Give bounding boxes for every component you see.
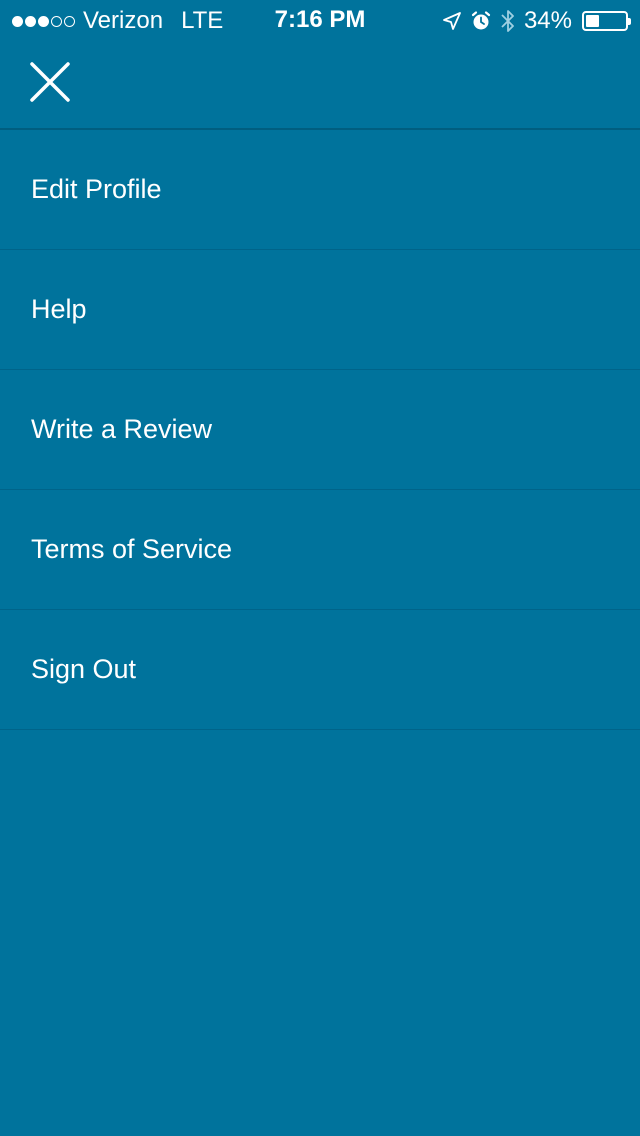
settings-menu: Edit Profile Help Write a Review Terms o…: [0, 130, 640, 730]
menu-item-terms-of-service[interactable]: Terms of Service: [0, 490, 640, 610]
close-icon: [30, 62, 70, 102]
battery-fill: [586, 15, 599, 27]
menu-item-label: Write a Review: [31, 414, 213, 444]
battery-icon: [582, 11, 631, 31]
menu-item-label: Sign Out: [31, 654, 137, 684]
close-button[interactable]: [28, 60, 72, 104]
menu-header: [0, 40, 640, 130]
bluetooth-icon: [501, 10, 514, 32]
menu-item-edit-profile[interactable]: Edit Profile: [0, 130, 640, 250]
status-bar: Verizon LTE 7:16 PM 34%: [0, 0, 640, 40]
menu-item-write-review[interactable]: Write a Review: [0, 370, 640, 490]
menu-item-label: Help: [31, 294, 87, 324]
menu-item-sign-out[interactable]: Sign Out: [0, 610, 640, 730]
menu-item-label: Edit Profile: [31, 174, 162, 204]
battery-percent: 34%: [523, 7, 572, 34]
status-right: 34%: [442, 7, 631, 35]
menu-item-help[interactable]: Help: [0, 250, 640, 370]
location-arrow-icon: [443, 12, 461, 30]
alarm-clock-icon: [471, 11, 491, 30]
menu-item-label: Terms of Service: [31, 534, 233, 564]
